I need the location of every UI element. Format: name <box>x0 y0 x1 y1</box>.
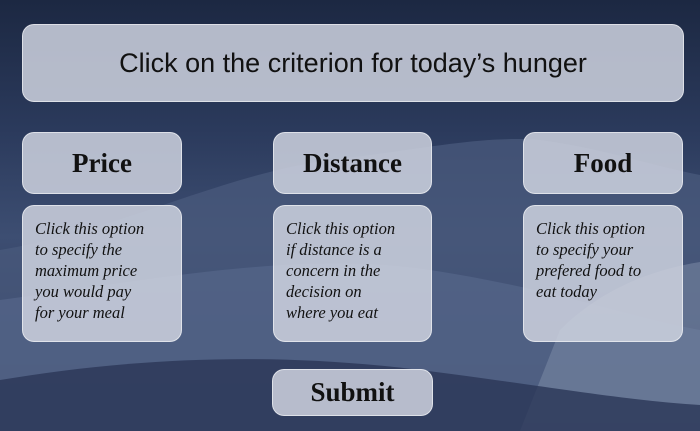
description-line: prefered food to <box>536 261 642 280</box>
description-line: for your meal <box>35 303 125 322</box>
submit-button[interactable]: Submit <box>272 369 433 416</box>
food-description: Click this option to specify your prefer… <box>523 205 683 342</box>
description-line: if distance is a <box>286 240 382 259</box>
description-line: decision on <box>286 282 362 301</box>
description-line: to specify your <box>536 240 634 259</box>
description-line: Click this option <box>35 219 145 238</box>
price-criterion-button[interactable]: Price <box>22 132 182 194</box>
description-line: Click this option <box>536 219 646 238</box>
distance-description: Click this option if distance is a conce… <box>273 205 432 342</box>
description-line: maximum price <box>35 261 138 280</box>
description-line: to specify the <box>35 240 123 259</box>
description-line: eat today <box>536 282 597 301</box>
page-title: Click on the criterion for today’s hunge… <box>22 24 684 102</box>
description-line: Click this option <box>286 219 396 238</box>
description-line: you would pay <box>35 282 132 301</box>
food-criterion-button[interactable]: Food <box>523 132 683 194</box>
distance-criterion-button[interactable]: Distance <box>273 132 432 194</box>
description-line: concern in the <box>286 261 381 280</box>
description-line: where you eat <box>286 303 378 322</box>
price-description: Click this option to specify the maximum… <box>22 205 182 342</box>
